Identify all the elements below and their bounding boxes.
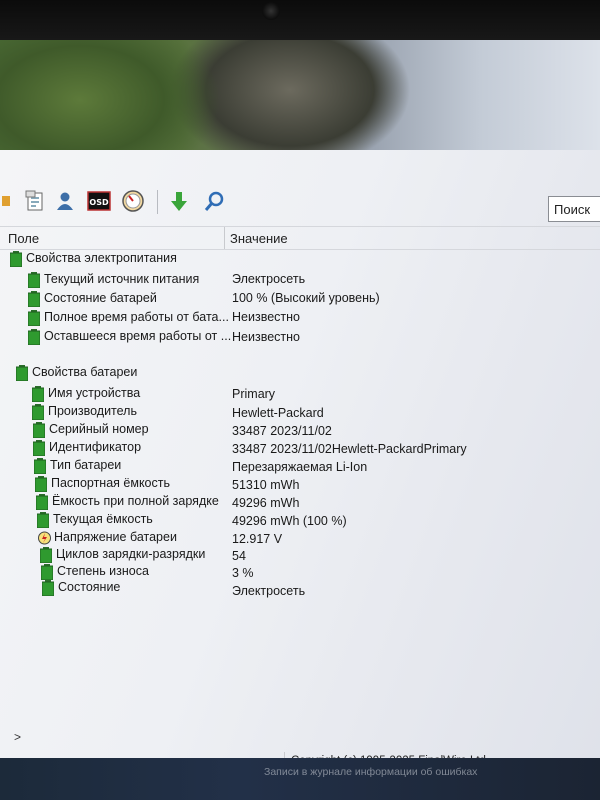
user-icon[interactable] (52, 188, 78, 214)
row-field: Тип батареи (50, 458, 122, 472)
row-value: Электросеть (232, 584, 306, 598)
laptop-bezel (0, 0, 600, 40)
battery-icon (36, 512, 50, 531)
row-field: Состояние батарей (44, 291, 157, 305)
aida-window: OSD Поле Значение Свойства электропитани… (0, 150, 600, 770)
battery-icon (41, 580, 55, 599)
battery-icon (34, 476, 48, 495)
row-value: 100 % (Высокий уровень) (232, 291, 380, 305)
download-arrow-icon[interactable] (166, 188, 192, 214)
osd-icon[interactable]: OSD (86, 188, 112, 214)
row-value: Hewlett-Packard (232, 406, 324, 420)
group-title: Свойства батареи (32, 365, 138, 379)
gauge-icon[interactable] (120, 188, 146, 214)
osd-label: OSD (89, 198, 109, 207)
row-field: Паспортная ёмкость (51, 476, 171, 490)
row-field: Имя устройства (48, 386, 141, 400)
row-field: Циклов зарядки-разрядки (56, 547, 206, 561)
row-value: 54 (232, 549, 246, 563)
taskbar-text: Записи в журнале информации об ошибках (264, 766, 478, 778)
scroll-right-arrow-icon[interactable]: > (14, 730, 21, 744)
row-value: 3 % (232, 566, 254, 580)
battery-icon (15, 365, 29, 384)
column-value[interactable]: Значение (230, 231, 288, 246)
row-value: Неизвестно (232, 310, 300, 324)
report-icon[interactable] (22, 188, 48, 214)
row-value: Перезаряжаемая Li-Ion (232, 460, 368, 474)
row-field: Идентификатор (49, 440, 142, 454)
battery-icon (33, 458, 47, 477)
search-icon[interactable] (202, 188, 228, 214)
row-value: 12.917 V (232, 532, 283, 546)
row-value: 49296 mWh (232, 496, 300, 510)
battery-icon (27, 329, 41, 348)
row-field: Напряжение батареи (54, 530, 177, 544)
row-value: 49296 mWh (100 %) (232, 514, 347, 528)
battery-icon (27, 310, 41, 329)
search-input[interactable] (548, 196, 600, 222)
row-field: Ёмкость при полной зарядке (52, 494, 219, 508)
row-field: Оставшееся время работы от ... (44, 329, 232, 343)
battery-icon (35, 494, 49, 513)
row-field: Серийный номер (49, 422, 149, 436)
row-field: Состояние (58, 580, 121, 594)
row-field: Текущий источник питания (44, 272, 200, 286)
row-value: 51310 mWh (232, 478, 300, 492)
row-field: Полное время работы от бата... (44, 310, 229, 324)
row-field: Производитель (48, 404, 137, 418)
row-value: 33487 2023/11/02Hewlett-PackardPrimary (232, 442, 467, 456)
horizontal-scrollbar[interactable]: > (0, 730, 600, 744)
row-value: 33487 2023/11/02 (232, 424, 332, 438)
battery-icon (31, 404, 45, 423)
battery-icon (32, 440, 46, 459)
group-title: Свойства электропитания (26, 251, 177, 265)
battery-icon (27, 291, 41, 310)
row-value: Primary (232, 387, 276, 401)
column-header: Поле Значение (0, 226, 600, 250)
battery-icon (31, 386, 45, 405)
battery-icon (32, 422, 46, 441)
battery-icon (27, 272, 41, 291)
column-separator[interactable] (224, 227, 225, 249)
row-value: Неизвестно (232, 330, 300, 344)
row-field: Степень износа (57, 564, 149, 578)
column-field[interactable]: Поле (8, 231, 39, 246)
toolbar: OSD (0, 150, 600, 222)
toolbar-separator (157, 190, 158, 214)
row-value: Электросеть (232, 272, 306, 286)
battery-icon (9, 251, 23, 270)
row-field: Текущая ёмкость (53, 512, 153, 526)
partial-icon[interactable] (0, 188, 20, 214)
webcam (262, 2, 280, 20)
taskbar: Записи в журнале информации об ошибках (0, 758, 600, 800)
